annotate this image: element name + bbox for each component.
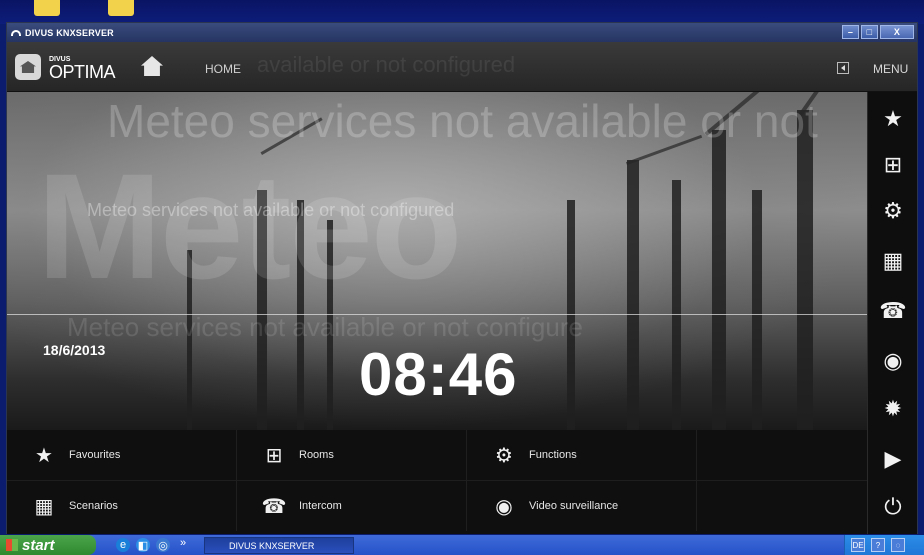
logo-product: OPTIMA bbox=[49, 62, 116, 82]
gears-icon: ⚙ bbox=[495, 444, 513, 467]
sidebar-item-functions[interactable]: ⚙ bbox=[868, 188, 917, 234]
power-icon: ⏻ bbox=[884, 494, 902, 519]
tile-functions[interactable]: ⚙ Functions bbox=[467, 430, 697, 480]
gears-icon: ⚙ bbox=[883, 198, 903, 223]
desktop-strip bbox=[0, 0, 924, 24]
window-titlebar[interactable]: DIVUS KNXSERVER – □ X bbox=[7, 23, 917, 42]
alarm-icon: ✹ bbox=[883, 396, 903, 421]
quicklaunch-more-button[interactable]: » bbox=[180, 537, 186, 549]
tile-label: Video surveillance bbox=[529, 500, 619, 512]
tile-label: Favourites bbox=[69, 449, 121, 461]
start-button[interactable]: start bbox=[0, 535, 96, 555]
desktop-app-icon[interactable] bbox=[108, 0, 134, 16]
tile-label: Functions bbox=[529, 449, 577, 461]
optima-app: DIVUS OPTIMA available or not configured… bbox=[7, 42, 917, 534]
tile-scenarios[interactable]: ▦ Scenarios bbox=[7, 481, 237, 531]
explorer-icon[interactable]: ◧ bbox=[136, 538, 150, 552]
window-controls: – □ X bbox=[842, 25, 914, 39]
windows-flag-icon bbox=[6, 539, 18, 551]
desktop-folder-icon[interactable] bbox=[34, 0, 60, 16]
home-icon[interactable] bbox=[141, 56, 163, 76]
maximize-button[interactable]: □ bbox=[861, 25, 878, 39]
optima-logo[interactable]: DIVUS OPTIMA bbox=[15, 50, 127, 84]
taskbar-window-button[interactable]: DIVUS KNXSERVER bbox=[204, 537, 354, 554]
menu-button[interactable]: MENU bbox=[873, 62, 908, 76]
sidebar-item-alarm[interactable]: ✹ bbox=[868, 386, 917, 432]
sidebar-item-media[interactable]: ▶ bbox=[868, 436, 917, 482]
sidebar-item-power[interactable]: ⏻ bbox=[868, 484, 917, 530]
intercom-icon: ☎ bbox=[261, 495, 287, 518]
meteo-message-faded: Meteo services not available or not conf… bbox=[67, 312, 583, 342]
tile-intercom[interactable]: ☎ Intercom bbox=[237, 481, 467, 531]
tile-label: Rooms bbox=[299, 449, 334, 461]
camera-icon: ◉ bbox=[495, 495, 513, 518]
camera-icon: ◉ bbox=[883, 348, 903, 373]
date-display: 18/6/2013 bbox=[43, 342, 106, 358]
network-icon[interactable]: ◌ bbox=[891, 538, 905, 552]
sidebar-item-scenarios[interactable]: ▦ bbox=[868, 238, 917, 284]
taskbar: start e ◧ ◎ » DIVUS KNXSERVER DE ? ◌ bbox=[0, 535, 924, 555]
breadcrumb[interactable]: HOME bbox=[205, 62, 241, 76]
tile-label: Scenarios bbox=[69, 500, 118, 512]
sidebar-item-rooms[interactable]: ⊞ bbox=[868, 142, 917, 188]
star-icon: ★ bbox=[35, 444, 53, 467]
sidebar-menu: ★ ⊞ ⚙ ▦ ☎ ◉ ✹ ▶ ⏻ bbox=[867, 92, 917, 534]
star-icon: ★ bbox=[883, 106, 903, 131]
top-bar: DIVUS OPTIMA available or not configured… bbox=[7, 42, 917, 92]
window-title: DIVUS KNXSERVER bbox=[25, 27, 114, 38]
meteo-message: Meteo services not available or not conf… bbox=[87, 200, 455, 220]
close-button[interactable]: X bbox=[880, 25, 914, 39]
rooms-icon: ⊞ bbox=[265, 444, 283, 467]
divider bbox=[7, 314, 867, 315]
search-icon[interactable]: ◎ bbox=[156, 538, 170, 552]
divus-logo-icon bbox=[11, 29, 21, 36]
taskbar-window-label: DIVUS KNXSERVER bbox=[229, 540, 315, 551]
system-tray: DE ? ◌ bbox=[844, 535, 924, 555]
minimize-button[interactable]: – bbox=[842, 25, 859, 39]
meteo-message-large: Meteo services not available or not bbox=[107, 95, 818, 147]
language-indicator[interactable]: DE bbox=[851, 538, 865, 552]
logo-box-icon bbox=[15, 54, 41, 80]
sidebar-item-favourites[interactable]: ★ bbox=[868, 96, 917, 142]
sidebar-item-intercom[interactable]: ☎ bbox=[868, 288, 917, 334]
start-label: start bbox=[22, 536, 55, 554]
sidebar-item-video[interactable]: ◉ bbox=[868, 338, 917, 384]
quick-tiles: ★ Favourites ⊞ Rooms ⚙ Functions ▦ Scena… bbox=[7, 430, 867, 534]
tile-video-surveillance[interactable]: ◉ Video surveillance bbox=[467, 481, 697, 531]
tile-label: Intercom bbox=[299, 500, 342, 512]
app-window: DIVUS KNXSERVER – □ X DIVUS OPTIMA avail… bbox=[6, 22, 918, 534]
tile-rooms[interactable]: ⊞ Rooms bbox=[237, 430, 467, 480]
media-icon: ▶ bbox=[884, 446, 902, 471]
help-icon[interactable]: ? bbox=[871, 538, 885, 552]
meteo-watermark: Meteo bbox=[37, 142, 462, 310]
weather-panel: Meteo Meteo services not available or no… bbox=[7, 92, 867, 430]
scenarios-icon: ▦ bbox=[882, 248, 904, 273]
collapse-icon[interactable] bbox=[837, 62, 849, 74]
breadcrumb-ghost-text: available or not configured bbox=[257, 52, 516, 77]
tile-favourites[interactable]: ★ Favourites bbox=[7, 430, 237, 480]
intercom-icon: ☎ bbox=[879, 298, 907, 323]
scenarios-icon: ▦ bbox=[34, 495, 54, 518]
ie-icon[interactable]: e bbox=[116, 538, 130, 552]
clock-display: 08:46 bbox=[359, 341, 518, 408]
rooms-icon: ⊞ bbox=[883, 152, 903, 177]
